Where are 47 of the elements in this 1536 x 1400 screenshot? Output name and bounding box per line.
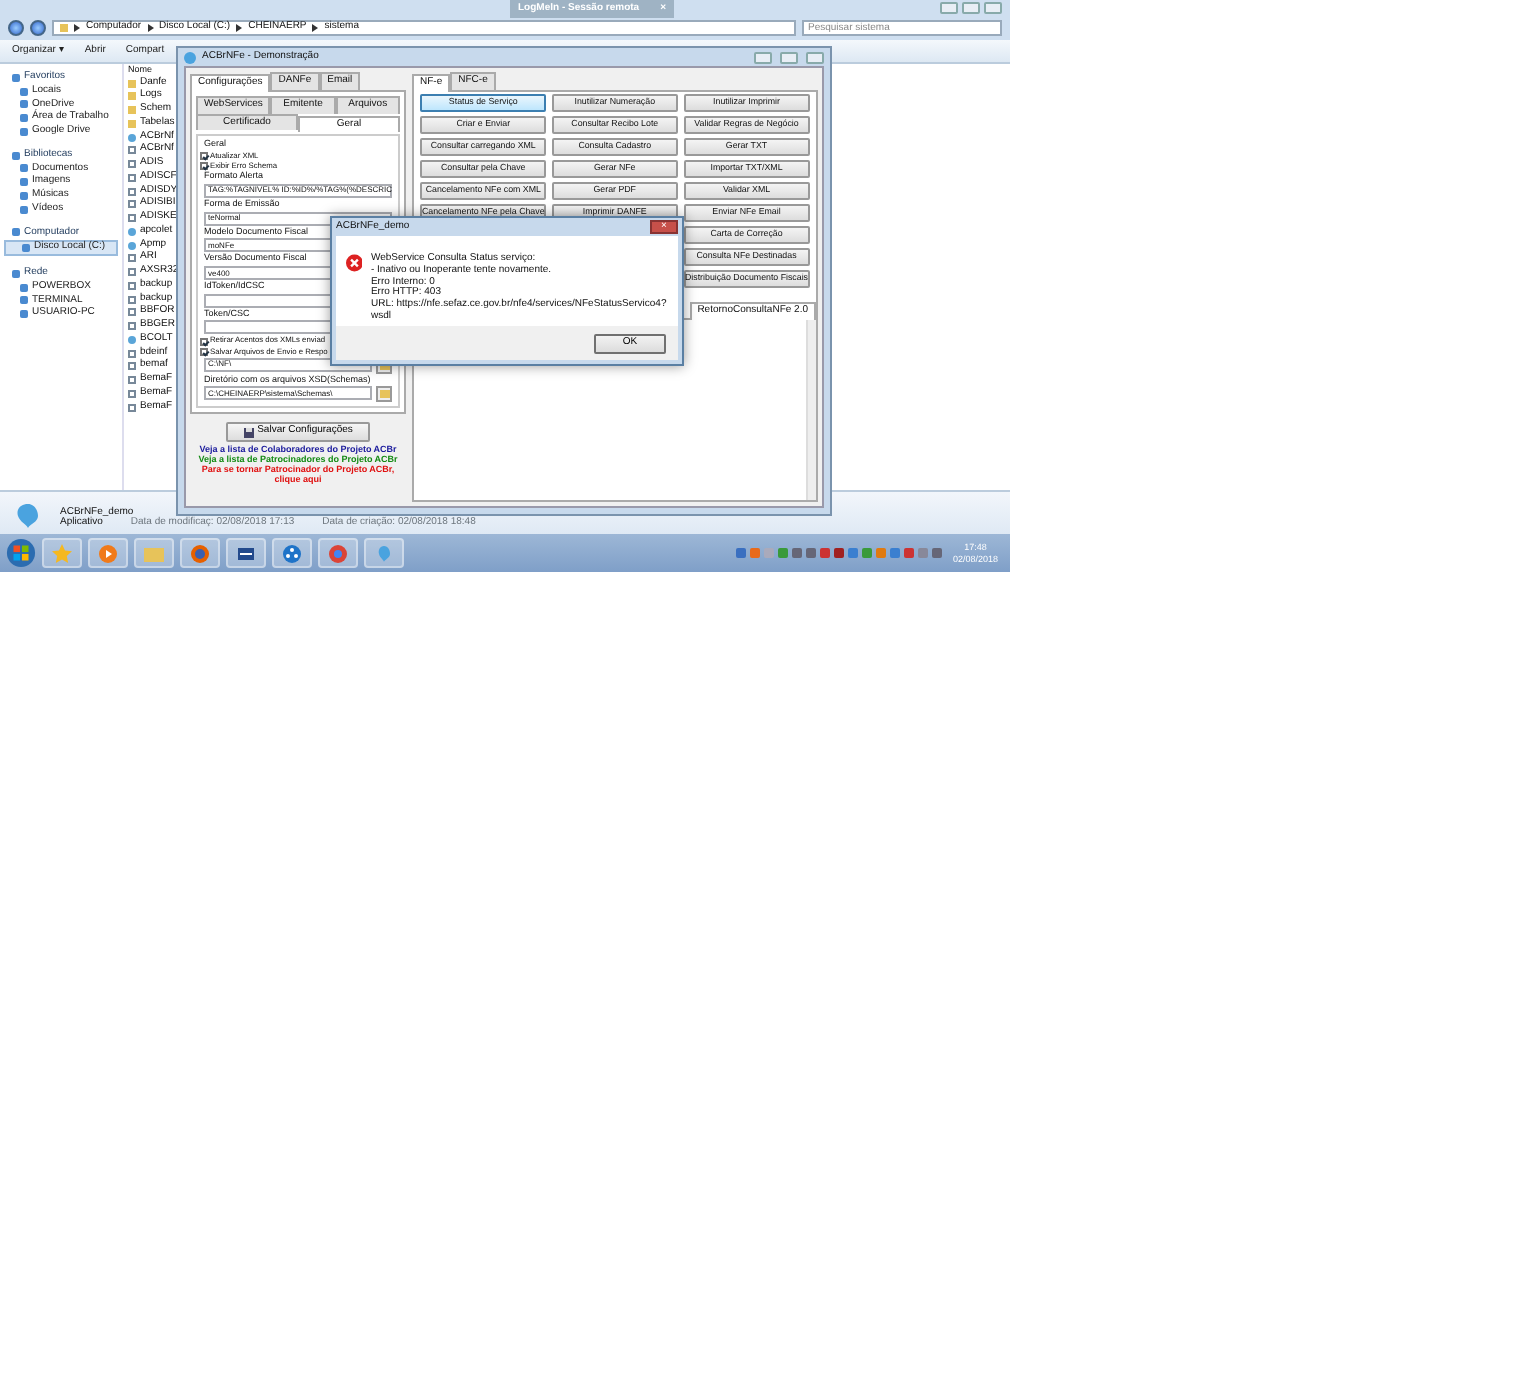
chevron-icon — [147, 24, 154, 32]
app-button[interactable] — [364, 538, 404, 568]
browser-icon — [328, 543, 348, 563]
star-icon — [52, 543, 72, 563]
item-icon — [22, 244, 30, 253]
folder-icon — [60, 24, 68, 32]
checkbox[interactable] — [200, 337, 208, 346]
share-button[interactable] — [272, 538, 312, 568]
scrollbar[interactable] — [806, 319, 816, 500]
chevron-icon — [236, 24, 243, 32]
network-icon — [236, 543, 256, 563]
maximize-button[interactable] — [962, 2, 980, 14]
browser-button[interactable] — [318, 538, 358, 568]
app-icon — [128, 133, 136, 142]
network-button[interactable] — [226, 538, 266, 568]
checkbox[interactable] — [200, 152, 208, 161]
chevron-icon — [312, 24, 319, 32]
back-button[interactable] — [8, 20, 24, 36]
share-icon — [282, 543, 302, 563]
star-button[interactable] — [42, 538, 82, 568]
folder-icon — [144, 543, 164, 563]
app-icon — [128, 335, 136, 344]
group-icon — [12, 151, 20, 160]
app-icon — [374, 543, 394, 563]
group-icon — [12, 269, 20, 278]
app-icon — [12, 502, 44, 530]
forward-button[interactable] — [30, 20, 46, 36]
browser-icon — [190, 543, 210, 563]
close-button[interactable] — [984, 2, 1002, 14]
browse-button[interactable] — [376, 386, 392, 403]
app-icon — [184, 51, 196, 63]
play-icon — [98, 543, 118, 563]
minimize-button[interactable] — [940, 2, 958, 14]
checkbox[interactable] — [200, 347, 208, 356]
chevron-icon — [74, 24, 80, 32]
group-icon — [12, 73, 20, 82]
play-button[interactable] — [88, 538, 128, 568]
disk-icon — [243, 427, 254, 438]
error-icon — [346, 254, 363, 272]
minimize-button[interactable] — [754, 51, 772, 63]
close-button[interactable] — [806, 51, 824, 63]
maximize-button[interactable] — [780, 51, 798, 63]
start-button[interactable] — [6, 538, 36, 568]
group-icon — [12, 228, 20, 237]
checkbox[interactable] — [200, 162, 208, 171]
folder-icon — [379, 390, 389, 399]
browser-button[interactable] — [180, 538, 220, 568]
